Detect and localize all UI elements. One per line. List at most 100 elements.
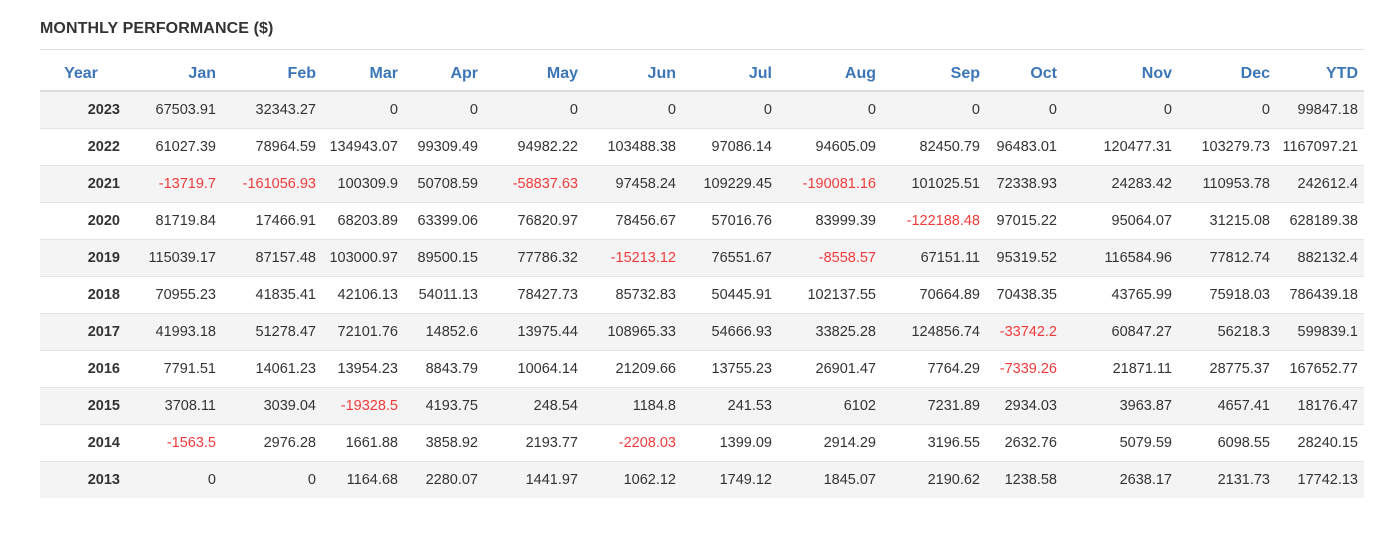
month-value-cell: 0 (1063, 90, 1178, 129)
month-value-cell: 124856.74 (882, 313, 986, 351)
month-value-cell: 0 (682, 90, 778, 129)
column-header-feb: Feb (222, 57, 322, 92)
month-value-cell: 77812.74 (1178, 239, 1276, 277)
month-value-cell: 82450.79 (882, 128, 986, 166)
month-value-cell: 31215.08 (1178, 202, 1276, 240)
month-value-cell: 13975.44 (484, 313, 584, 351)
month-value-cell: 3039.04 (222, 387, 322, 425)
month-value-cell: 94605.09 (778, 128, 882, 166)
month-value-cell: 76551.67 (682, 239, 778, 277)
section-title: MONTHLY PERFORMANCE ($) (40, 20, 274, 37)
table-row: 2021 -13719.7 -161056.93 100309.9 50708.59 -5… (40, 165, 1364, 203)
month-value-cell: 2193.77 (484, 424, 584, 462)
month-value-cell: 67151.11 (882, 239, 986, 277)
year-cell: 2021 (40, 165, 122, 203)
month-value-cell: 1399.09 (682, 424, 778, 462)
month-value-cell: 41835.41 (222, 276, 322, 314)
month-value-cell: 3858.92 (404, 424, 484, 462)
month-value-cell: 61027.39 (122, 128, 222, 166)
month-value-cell: 97015.22 (986, 202, 1063, 240)
ytd-cell: 99847.18 (1276, 90, 1364, 129)
month-value-cell: 103279.73 (1178, 128, 1276, 166)
month-value-cell: 75918.03 (1178, 276, 1276, 314)
month-value-cell: -33742.2 (986, 313, 1063, 351)
month-value-cell: 241.53 (682, 387, 778, 425)
month-value-cell: 0 (122, 461, 222, 498)
month-value-cell: 95064.07 (1063, 202, 1178, 240)
year-cell: 2016 (40, 350, 122, 388)
month-value-cell: 2638.17 (1063, 461, 1178, 498)
table-row: 2022 61027.39 78964.59 134943.07 99309.49 949… (40, 128, 1364, 166)
month-value-cell: 57016.76 (682, 202, 778, 240)
table-row: 2014 -1563.5 2976.28 1661.88 3858.92 2193.77-… (40, 424, 1364, 462)
month-value-cell: 5079.59 (1063, 424, 1178, 462)
month-value-cell: 0 (882, 90, 986, 129)
month-value-cell: 97086.14 (682, 128, 778, 166)
month-value-cell: 2934.03 (986, 387, 1063, 425)
table-row: 2015 3708.11 3039.04 -19328.5 4193.75 248.54 1… (40, 387, 1364, 425)
column-header-nov: Nov (1063, 57, 1178, 92)
table-body: 2023 67503.91 32343.27 0 0 0 0 0 0 0 0 0 0 99847.18 20… (40, 90, 1364, 498)
month-value-cell: 101025.51 (882, 165, 986, 203)
month-value-cell: 1164.68 (322, 461, 404, 498)
month-value-cell: 2976.28 (222, 424, 322, 462)
month-value-cell: 70438.35 (986, 276, 1063, 314)
month-value-cell: 70955.23 (122, 276, 222, 314)
table-row: 2017 41993.18 51278.47 72101.76 14852.6 13975… (40, 313, 1364, 351)
month-value-cell: 0 (404, 90, 484, 129)
month-value-cell: 26901.47 (778, 350, 882, 388)
month-value-cell: 17466.91 (222, 202, 322, 240)
month-value-cell: 24283.42 (1063, 165, 1178, 203)
month-value-cell: -122188.48 (882, 202, 986, 240)
month-value-cell: 72338.93 (986, 165, 1063, 203)
table-row: 2020 81719.84 17466.91 68203.89 63399.06 7682… (40, 202, 1364, 240)
month-value-cell: 10064.14 (484, 350, 584, 388)
month-value-cell: 70664.89 (882, 276, 986, 314)
month-value-cell: 32343.27 (222, 90, 322, 129)
table-row: 2016 7791.51 14061.23 13954.23 8843.79 10064.… (40, 350, 1364, 388)
ytd-cell: 628189.38 (1276, 202, 1364, 240)
month-value-cell: 41993.18 (122, 313, 222, 351)
month-value-cell: 95319.52 (986, 239, 1063, 277)
month-value-cell: 7764.29 (882, 350, 986, 388)
column-header-jul: Jul (682, 57, 778, 92)
month-value-cell: 85732.83 (584, 276, 682, 314)
month-value-cell: 77786.32 (484, 239, 584, 277)
month-value-cell: 108965.33 (584, 313, 682, 351)
month-value-cell: 89500.15 (404, 239, 484, 277)
table-header-row: Year Jan Feb Mar Apr May Jun Jul Aug Sep Oct Nov Dec… (40, 57, 1364, 92)
month-value-cell: -161056.93 (222, 165, 322, 203)
month-value-cell: 76820.97 (484, 202, 584, 240)
year-cell: 2022 (40, 128, 122, 166)
month-value-cell: 67503.91 (122, 90, 222, 129)
month-value-cell: -2208.03 (584, 424, 682, 462)
month-value-cell: -1563.5 (122, 424, 222, 462)
column-header-aug: Aug (778, 57, 882, 92)
column-header-mar: Mar (322, 57, 404, 92)
column-header-jun: Jun (584, 57, 682, 92)
table-row: 2013 0 0 1164.68 2280.07 1441.97 1062.12 1749.1… (40, 461, 1364, 498)
month-value-cell: 1441.97 (484, 461, 584, 498)
month-value-cell: 78456.67 (584, 202, 682, 240)
month-value-cell: 78427.73 (484, 276, 584, 314)
month-value-cell: 103000.97 (322, 239, 404, 277)
monthly-performance-table: Year Jan Feb Mar Apr May Jun Jul Aug Sep Oct Nov Dec… (40, 57, 1364, 498)
month-value-cell: 28775.37 (1178, 350, 1276, 388)
ytd-cell: 242612.4 (1276, 165, 1364, 203)
month-value-cell: 109229.45 (682, 165, 778, 203)
month-value-cell: 8843.79 (404, 350, 484, 388)
year-cell: 2017 (40, 313, 122, 351)
month-value-cell: -13719.7 (122, 165, 222, 203)
title-divider (40, 49, 1364, 50)
month-value-cell: 63399.06 (404, 202, 484, 240)
month-value-cell: 3708.11 (122, 387, 222, 425)
column-header-ytd: YTD (1276, 57, 1364, 92)
month-value-cell: 87157.48 (222, 239, 322, 277)
column-header-dec: Dec (1178, 57, 1276, 92)
month-value-cell: 13755.23 (682, 350, 778, 388)
month-value-cell: 81719.84 (122, 202, 222, 240)
month-value-cell: 2914.29 (778, 424, 882, 462)
month-value-cell: 33825.28 (778, 313, 882, 351)
column-header-apr: Apr (404, 57, 484, 92)
month-value-cell: 4657.41 (1178, 387, 1276, 425)
